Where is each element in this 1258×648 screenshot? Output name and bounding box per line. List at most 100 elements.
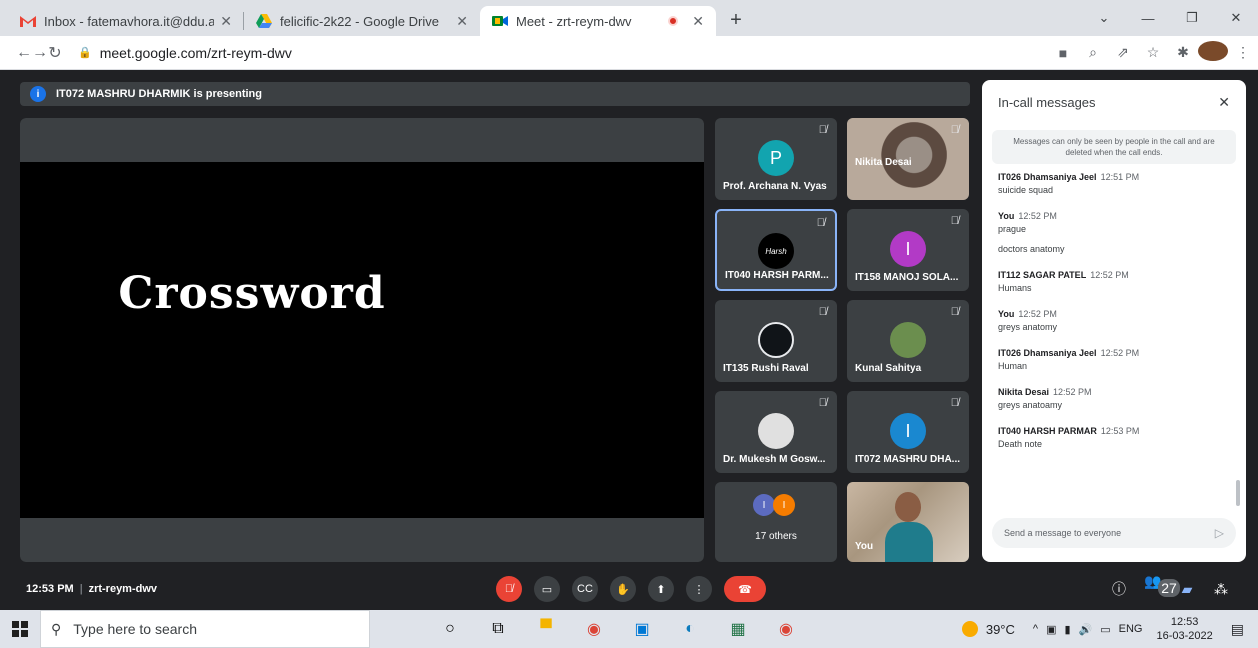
tab-gmail[interactable]: Inbox - fatemavhora.it@ddu.ac.in ✕	[8, 6, 244, 36]
system-tray: 39°C ^ ▣ ▮ 🔊 ▭ ENG 12:53 16-03-2022 ▤	[961, 610, 1258, 648]
language-indicator[interactable]: ENG	[1119, 623, 1143, 635]
keyboard-icon[interactable]: ▭	[1100, 623, 1110, 636]
mic-off-button[interactable]: 🎙̸	[496, 576, 522, 602]
call-controls: 🎙̸ ▭ CC ✋ ⬆ ⋮ ☎	[496, 576, 778, 602]
sender-name: You	[998, 211, 1015, 221]
avatar: I	[890, 413, 926, 449]
message-text: greys anatoamy	[998, 400, 1063, 410]
chat-header: In-call messages ✕	[982, 80, 1246, 124]
close-icon[interactable]: ✕	[1218, 94, 1230, 111]
camera-icon[interactable]: ■	[1048, 45, 1078, 61]
participant-tile[interactable]: 🎙̸ I IT158 MANOJ SOLA...	[847, 209, 969, 291]
close-tab-icon[interactable]: ✕	[692, 13, 704, 30]
leave-call-button[interactable]: ☎	[724, 576, 766, 602]
participant-tile[interactable]: 🎙̸ Kunal Sahitya	[847, 300, 969, 382]
participant-name: Dr. Mukesh M Gosw...	[723, 454, 826, 465]
minimize-icon[interactable]: —	[1126, 0, 1170, 36]
avatar: Harsh	[758, 233, 794, 269]
network-icon[interactable]: ▣	[1046, 623, 1056, 636]
photos-icon[interactable]: ▣	[618, 619, 666, 639]
present-button[interactable]: ⬆	[648, 576, 674, 602]
file-explorer-icon[interactable]: ▀	[522, 620, 570, 638]
tab-google-drive[interactable]: felicific-2k22 - Google Drive ✕	[244, 6, 480, 36]
participant-tile[interactable]: 🎙̸ Dr. Mukesh M Gosw...	[715, 391, 837, 473]
participant-name: Nikita Desai	[855, 157, 912, 168]
mic-off-icon: 🎙̸	[950, 306, 959, 318]
message-text: Human	[998, 361, 1028, 371]
mic-off-icon: 🎙̸	[818, 306, 827, 318]
zoom-icon[interactable]: ⌕	[1078, 44, 1108, 61]
presenting-banner: i IT072 MASHRU DHARMIK is presenting	[20, 82, 970, 106]
taskbar-search-input[interactable]: ⚲ Type here to search	[40, 610, 370, 648]
close-tab-icon[interactable]: ✕	[220, 13, 232, 30]
meeting-details-icon[interactable]: ⓘ	[1102, 579, 1136, 599]
captions-button[interactable]: CC	[572, 576, 598, 602]
people-icon[interactable]: 👥27	[1136, 573, 1180, 606]
self-view-tile[interactable]: You	[847, 482, 969, 562]
message-text: greys anatomy	[998, 322, 1058, 332]
tab-search-icon[interactable]: ⌄	[1082, 0, 1126, 36]
message-time: 12:53 PM	[1100, 426, 1140, 436]
others-avatars: I I	[753, 494, 795, 516]
participant-tile[interactable]: 🎙̸ Nikita Desai	[847, 118, 969, 200]
menu-kebab-icon[interactable]: ⋮	[1228, 44, 1258, 61]
participant-tile[interactable]: 🎙̸ I IT072 MASHRU DHA...	[847, 391, 969, 473]
camera-button[interactable]: ▭	[534, 576, 560, 602]
notifications-icon[interactable]: ▤	[1231, 621, 1244, 638]
others-tile[interactable]: I I 17 others	[715, 482, 837, 562]
extensions-icon[interactable]: ✱	[1168, 44, 1198, 61]
search-icon: ⚲	[51, 620, 62, 637]
edge-icon[interactable]: ◐	[666, 620, 714, 638]
taskbar-clock[interactable]: 12:53 16-03-2022	[1156, 615, 1212, 643]
profile-avatar[interactable]	[1198, 41, 1228, 64]
avatar: I	[773, 494, 795, 516]
microphone-icon[interactable]: ▮	[1064, 623, 1070, 636]
forward-icon[interactable]: →	[32, 44, 48, 62]
tab-google-meet[interactable]: Meet - zrt-reym-dwv ✕	[480, 6, 716, 36]
bookmark-star-icon[interactable]: ☆	[1138, 44, 1168, 61]
chrome-profile-icon[interactable]: ◉	[762, 619, 810, 639]
more-options-button[interactable]: ⋮	[686, 576, 712, 602]
show-hidden-icons-icon[interactable]: ^	[1033, 623, 1038, 635]
participant-tile[interactable]: 🎙̸ Harsh IT040 HARSH PARM...	[715, 209, 837, 291]
weather-widget[interactable]: 39°C	[961, 621, 1015, 637]
close-tab-icon[interactable]: ✕	[456, 13, 468, 30]
send-icon[interactable]: ▷	[1215, 526, 1224, 540]
chat-message: IT112 SAGAR PATEL 12:52 PM Humans	[982, 270, 1246, 293]
chat-scrollbar[interactable]	[1236, 480, 1240, 506]
side-controls: ⓘ 👥27 ▰ ⁂	[1102, 573, 1238, 606]
meeting-info: 12:53 PM | zrt-reym-dwv	[26, 583, 158, 595]
activities-icon[interactable]: ⁂	[1204, 581, 1238, 598]
mic-off-icon: 🎙̸	[950, 215, 959, 227]
participant-tile[interactable]: 🎙̸ P Prof. Archana N. Vyas	[715, 118, 837, 200]
chat-icon[interactable]: ▰	[1170, 581, 1204, 598]
excel-icon[interactable]: ▦	[714, 619, 762, 639]
restore-icon[interactable]: ❐	[1170, 0, 1214, 36]
temperature: 39°C	[985, 621, 1015, 637]
taskbar-apps: ○ ⧉ ▀ ◉ ▣ ◐ ▦ ◉	[426, 619, 810, 639]
chrome-icon[interactable]: ◉	[570, 619, 618, 639]
message-text: doctors anatomy	[998, 244, 1065, 254]
chat-input-placeholder: Send a message to everyone	[1004, 528, 1122, 538]
cortana-icon[interactable]: ○	[426, 620, 474, 638]
message-text: Humans	[998, 283, 1032, 293]
meeting-code: zrt-reym-dwv	[88, 583, 158, 595]
close-window-icon[interactable]: ✕	[1214, 0, 1258, 36]
back-icon[interactable]: ←	[16, 44, 32, 62]
volume-icon[interactable]: 🔊	[1079, 623, 1093, 636]
share-icon[interactable]: ⇗	[1108, 44, 1138, 61]
lock-icon[interactable]: 🔒	[78, 46, 92, 59]
message-time: 12:52 PM	[1053, 387, 1092, 397]
avatar	[758, 322, 794, 358]
task-view-icon[interactable]: ⧉	[474, 620, 522, 638]
sender-name: You	[998, 309, 1015, 319]
participant-tile[interactable]: 🎙̸ IT135 Rushi Raval	[715, 300, 837, 382]
chat-message-input[interactable]: Send a message to everyone ▷	[992, 518, 1236, 548]
windows-start-icon[interactable]	[0, 621, 40, 637]
recording-indicator-icon	[668, 16, 679, 26]
new-tab-button[interactable]: +	[722, 6, 750, 34]
raise-hand-button[interactable]: ✋	[610, 576, 636, 602]
reload-icon[interactable]: ↻	[48, 43, 62, 63]
sender-name: IT112 SAGAR PATEL	[998, 270, 1087, 280]
url-input[interactable]: 🔒 meet.google.com/zrt-reym-dwv	[68, 39, 1008, 67]
